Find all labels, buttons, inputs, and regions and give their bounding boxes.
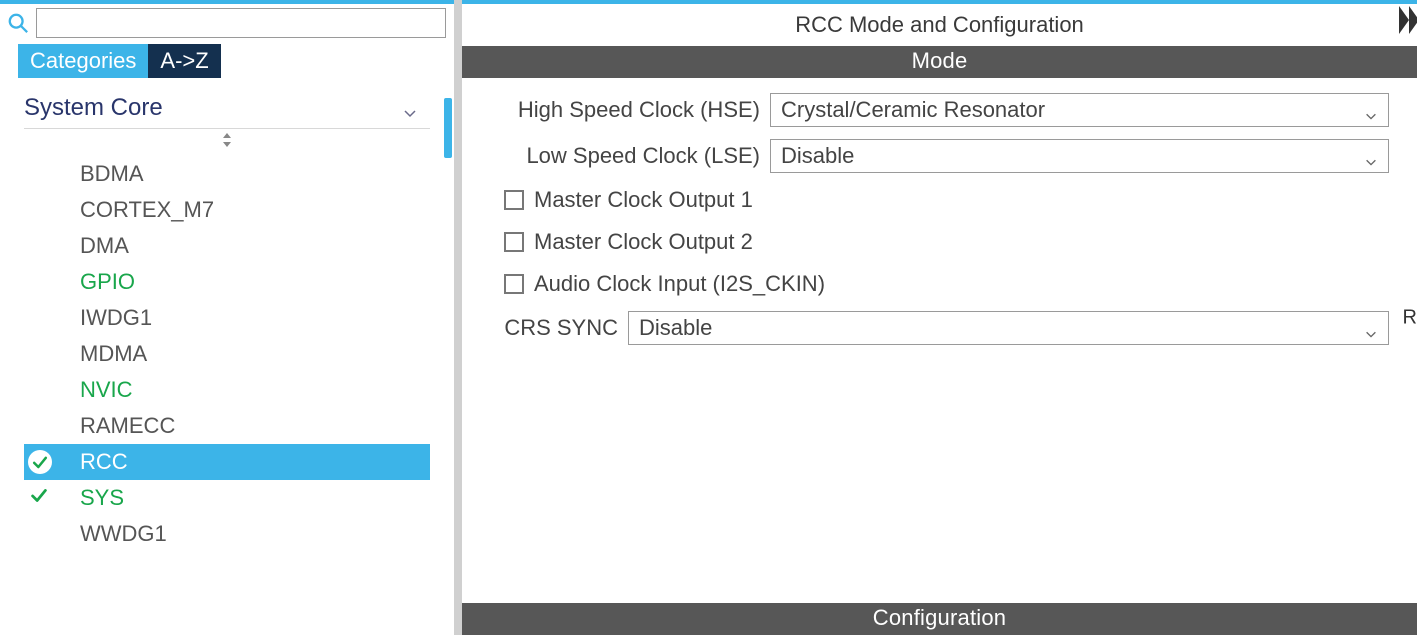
check-circle-icon [28,450,52,474]
mco2-label: Master Clock Output 2 [534,229,753,255]
tree-item-gpio[interactable]: GPIO [24,264,430,300]
tree-item-rcc[interactable]: RCC [24,444,430,480]
chevron-down-icon [402,100,418,116]
right-panel: RCC Mode and Configuration Mode High Spe… [462,0,1417,635]
tree-item-sys[interactable]: SYS [24,480,430,516]
mco1-checkbox[interactable] [504,190,524,210]
search-icon[interactable] [6,11,30,35]
crs-value: Disable [639,315,712,341]
tab-categories[interactable]: Categories [18,44,148,78]
peripheral-tree: BDMA CORTEX_M7 DMA GPIO IWDG1 MDMA NVIC … [24,150,430,552]
right-gutter-letter: R [1403,306,1417,329]
tree-item-cortex-m7[interactable]: CORTEX_M7 [24,192,430,228]
chevron-down-icon [1364,149,1378,163]
configuration-header-bar[interactable]: Configuration [462,603,1417,635]
lse-value: Disable [781,143,854,169]
chevron-down-icon [1364,321,1378,335]
tree-item-wwdg1[interactable]: WWDG1 [24,516,430,552]
panel-title: RCC Mode and Configuration [462,4,1417,46]
section-header-system-core[interactable]: System Core [24,86,430,129]
left-panel: Categories A->Z System Core BDMA CORTEX_… [0,0,462,635]
hse-value: Crystal/Ceramic Resonator [781,97,1045,123]
lse-select[interactable]: Disable [770,139,1389,173]
chevron-down-icon [1364,103,1378,117]
left-scroll-thumb[interactable] [444,98,452,158]
hse-select[interactable]: Crystal/Ceramic Resonator [770,93,1389,127]
tree-item-iwdg1[interactable]: IWDG1 [24,300,430,336]
crs-select[interactable]: Disable [628,311,1389,345]
tree-item-dma[interactable]: DMA [24,228,430,264]
mco2-checkbox[interactable] [504,232,524,252]
check-icon [28,484,50,512]
i2s-label: Audio Clock Input (I2S_CKIN) [534,271,825,297]
crs-label: CRS SYNC [490,315,628,341]
section-title: System Core [24,94,163,122]
mode-header-bar: Mode [462,46,1417,78]
sort-glyph[interactable] [24,129,430,150]
view-tabs: Categories A->Z [0,44,454,78]
lse-label: Low Speed Clock (LSE) [490,143,770,169]
tab-alphabetical[interactable]: A->Z [148,44,220,78]
tree-item-mdma[interactable]: MDMA [24,336,430,372]
hse-label: High Speed Clock (HSE) [490,97,770,123]
collapse-handle-icon[interactable] [1399,6,1417,34]
tree-item-nvic[interactable]: NVIC [24,372,430,408]
search-input[interactable] [36,8,446,38]
i2s-checkbox[interactable] [504,274,524,294]
tree-item-bdma[interactable]: BDMA [24,156,430,192]
mco1-label: Master Clock Output 1 [534,187,753,213]
tree-item-ramecc[interactable]: RAMECC [24,408,430,444]
